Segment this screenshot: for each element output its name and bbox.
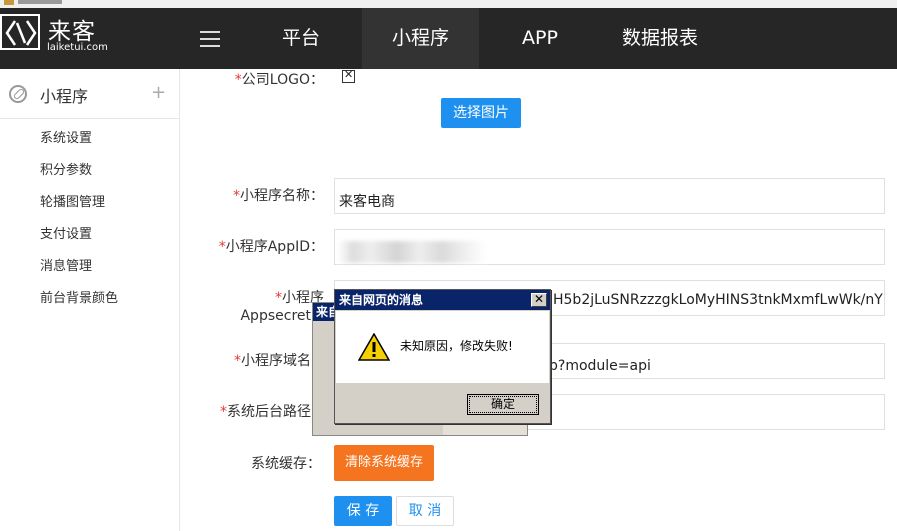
sidebar-item-carousel[interactable]: 轮播图管理: [0, 190, 179, 222]
save-button[interactable]: 保 存: [334, 496, 392, 526]
name-label: *小程序名称：: [233, 188, 324, 204]
dialog-title: 来自网页的消息: [335, 290, 550, 310]
dialog-message: 未知原因，修改失败!: [400, 339, 513, 353]
alert-dialog: 来自网页的消息 ✕ 未知原因，修改失败! 确定: [334, 289, 551, 424]
brand-logo[interactable]: 来客 laiketui.com: [0, 12, 110, 62]
nav-tab-platform[interactable]: 平台: [262, 8, 340, 69]
cache-label: 系统缓存：: [251, 456, 321, 472]
window-title-fragment: [18, 0, 62, 4]
warning-icon: [358, 333, 390, 361]
choose-image-button[interactable]: 选择图片: [441, 98, 521, 128]
favicon-icon: [4, 0, 14, 5]
link-icon: [9, 85, 27, 103]
sidebar-item-payment[interactable]: 支付设置: [0, 222, 179, 254]
browser-top-strip: [0, 0, 897, 8]
sidebar-item-points[interactable]: 积分参数: [0, 158, 179, 190]
ok-button-label: 确定: [469, 396, 537, 413]
appid-label: *小程序AppID：: [218, 239, 324, 255]
brand-name: 来客: [48, 19, 96, 45]
ok-button[interactable]: 确定: [467, 394, 539, 415]
broken-image-icon: [342, 68, 355, 83]
secret-label: *小程序: [275, 290, 324, 306]
background-dialog-button: [443, 423, 527, 435]
close-icon[interactable]: ✕: [531, 293, 547, 307]
sidebar: 小程序 + 系统设置 积分参数 轮播图管理 支付设置 消息管理 前台背景颜色: [0, 69, 180, 531]
cancel-button[interactable]: 取 消: [396, 496, 454, 526]
backend-label: *系统后台路径: [220, 404, 311, 420]
secret-label-2: Appsecret: [240, 308, 311, 324]
logo-label: *公司LOGO：: [234, 72, 324, 88]
dialog-body: 未知原因，修改失败!: [336, 311, 549, 383]
redacted-appid: [338, 241, 486, 263]
sidebar-title: 小程序: [40, 87, 89, 106]
nav-tab-app[interactable]: APP: [505, 8, 575, 69]
sidebar-item-bg-color[interactable]: 前台背景颜色: [0, 286, 179, 318]
nav-tab-miniprogram[interactable]: 小程序: [362, 8, 479, 69]
menu-toggle-icon[interactable]: [200, 31, 220, 52]
sidebar-item-messages[interactable]: 消息管理: [0, 254, 179, 286]
sidebar-header[interactable]: 小程序 +: [0, 69, 179, 119]
domain-label: *小程序域名: [234, 353, 311, 369]
sidebar-menu: 系统设置 积分参数 轮播图管理 支付设置 消息管理 前台背景颜色: [0, 126, 179, 318]
name-input[interactable]: 来客电商: [334, 178, 885, 214]
logo-mark-icon: [0, 14, 40, 50]
clear-cache-button[interactable]: 清除系统缓存: [334, 445, 434, 481]
sidebar-item-system-settings[interactable]: 系统设置: [0, 126, 179, 158]
expand-plus-icon[interactable]: +: [151, 82, 166, 103]
brand-url: laiketui.com: [47, 42, 108, 53]
nav-tab-reports[interactable]: 数据报表: [610, 8, 710, 69]
